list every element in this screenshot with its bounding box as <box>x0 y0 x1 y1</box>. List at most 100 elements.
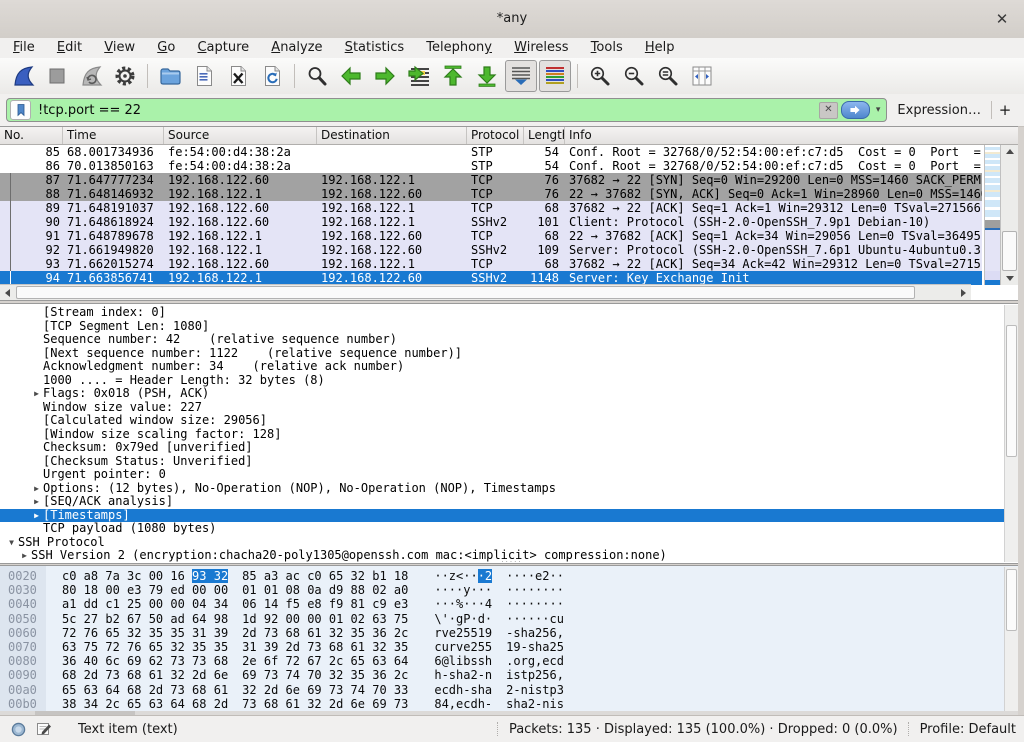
packet-list-horizontal-scrollbar[interactable] <box>0 284 971 300</box>
scrollbar-thumb[interactable] <box>1006 569 1017 631</box>
save-file-icon[interactable] <box>188 60 220 92</box>
packet-list-vertical-scrollbar[interactable] <box>1000 145 1018 285</box>
resize-columns-icon[interactable] <box>686 60 718 92</box>
hex-row[interactable]: 0020c0 a8 7a 3c 00 16 93 3285 a3 ac c0 6… <box>0 569 1018 583</box>
scroll-down-icon[interactable] <box>1001 272 1018 285</box>
find-packet-icon[interactable] <box>301 60 333 92</box>
reload-file-icon[interactable] <box>256 60 288 92</box>
hex-row[interactable]: 003080 18 00 e3 79 ed 00 0001 01 08 0a d… <box>0 583 1018 597</box>
detail-line[interactable]: [Window size scaling factor: 128] <box>0 428 1018 442</box>
hex-row[interactable]: 007063 75 72 76 65 32 35 3531 39 2d 73 6… <box>0 640 1018 654</box>
filter-bookmark-icon[interactable] <box>10 100 31 120</box>
close-window-button[interactable]: ✕ <box>992 9 1012 29</box>
detail-line[interactable]: TCP payload (1080 bytes) <box>0 522 1018 536</box>
detail-line[interactable]: [Stream index: 0] <box>0 306 1018 320</box>
menu-statistics[interactable]: Statistics <box>336 38 413 58</box>
detail-line[interactable]: Urgent pointer: 0 <box>0 468 1018 482</box>
packet-row-86[interactable]: 8670.013850163fe:54:00:d4:38:2aSTP54Conf… <box>0 159 982 173</box>
menu-view[interactable]: View <box>95 38 144 58</box>
menu-telephony[interactable]: Telephony <box>417 38 501 58</box>
scroll-right-icon[interactable] <box>956 285 971 300</box>
add-filter-button[interactable]: + <box>992 101 1018 119</box>
detail-line[interactable]: 1000 .... = Header Length: 32 bytes (8) <box>0 374 1018 388</box>
filter-apply-icon[interactable] <box>841 101 870 119</box>
detail-line[interactable]: [TCP Segment Len: 1080] <box>0 320 1018 334</box>
scrollbar-thumb[interactable] <box>1002 231 1017 271</box>
profile-status[interactable]: Profile: Default <box>920 722 1016 737</box>
display-filter-input[interactable] <box>31 103 819 118</box>
close-file-icon[interactable] <box>222 60 254 92</box>
detail-line[interactable]: Sequence number: 42 (relative sequence n… <box>0 333 1018 347</box>
col-source[interactable]: Source <box>164 127 317 144</box>
menu-help[interactable]: Help <box>636 38 684 58</box>
col-destination[interactable]: Destination <box>317 127 467 144</box>
expert-info-icon[interactable] <box>8 720 28 738</box>
detail-line[interactable]: [Checksum Status: Unverified] <box>0 455 1018 469</box>
stop-capture-icon[interactable] <box>41 60 73 92</box>
col-info[interactable]: Info <box>565 127 1018 144</box>
details-vertical-scrollbar[interactable] <box>1004 305 1018 562</box>
open-file-folder-icon[interactable] <box>154 60 186 92</box>
packet-row-87[interactable]: 8771.647777234192.168.122.60192.168.122.… <box>0 173 982 187</box>
packet-row-85[interactable]: 8568.001734936fe:54:00:d4:38:2aSTP54Conf… <box>0 145 982 159</box>
menu-edit[interactable]: Edit <box>48 38 91 58</box>
menu-capture[interactable]: Capture <box>188 38 258 58</box>
detail-line[interactable]: Checksum: 0x79ed [unverified] <box>0 441 1018 455</box>
zoom-out-icon[interactable] <box>618 60 650 92</box>
col-protocol[interactable]: Protocol <box>467 127 524 144</box>
intelligent-scrollbar-minimap[interactable] <box>984 145 1000 285</box>
go-first-icon[interactable] <box>437 60 469 92</box>
hex-row[interactable]: 00a065 63 64 68 2d 73 68 6132 2d 6e 69 7… <box>0 683 1018 697</box>
detail-line[interactable]: [Calculated window size: 29056] <box>0 414 1018 428</box>
col-time[interactable]: Time <box>63 127 164 144</box>
go-last-icon[interactable] <box>471 60 503 92</box>
packet-row-92[interactable]: 9271.661949820192.168.122.1192.168.122.6… <box>0 243 982 257</box>
menu-wireless[interactable]: Wireless <box>505 38 577 58</box>
detail-line[interactable]: [Next sequence number: 1122 (relative se… <box>0 347 1018 361</box>
menu-tools[interactable]: Tools <box>582 38 632 58</box>
go-previous-icon[interactable] <box>335 60 367 92</box>
hex-row[interactable]: 00b038 34 2c 65 63 64 68 2d73 68 61 32 2… <box>0 697 1018 711</box>
hex-row[interactable]: 006072 76 65 32 35 35 31 392d 73 68 61 3… <box>0 626 1018 640</box>
zoom-reset-icon[interactable] <box>652 60 684 92</box>
restart-capture-icon[interactable] <box>75 60 107 92</box>
bytes-vertical-scrollbar[interactable] <box>1004 567 1018 714</box>
hex-row[interactable]: 009068 2d 73 68 61 32 2d 6e69 73 74 70 3… <box>0 668 1018 682</box>
zoom-in-icon[interactable] <box>584 60 616 92</box>
go-to-packet-icon[interactable] <box>403 60 435 92</box>
scrollbar-thumb[interactable] <box>16 286 915 299</box>
scroll-left-icon[interactable] <box>0 285 15 300</box>
detail-line-seq-ack[interactable]: ▶[SEQ/ACK analysis] <box>0 495 1018 509</box>
scrollbar-thumb[interactable] <box>1006 325 1017 457</box>
menu-analyze[interactable]: Analyze <box>262 38 331 58</box>
detail-line-timestamps-selected[interactable]: ▶[Timestamps] <box>0 509 1018 523</box>
auto-scroll-icon[interactable] <box>505 60 537 92</box>
detail-line[interactable]: Window size value: 227 <box>0 401 1018 415</box>
start-capture-icon[interactable] <box>7 60 39 92</box>
filter-clear-icon[interactable]: ✕ <box>819 102 838 119</box>
packet-row-93[interactable]: 9371.662015274192.168.122.60192.168.122.… <box>0 257 982 271</box>
detail-line[interactable]: Acknowledgment number: 34 (relative ack … <box>0 360 1018 374</box>
colorize-packets-icon[interactable] <box>539 60 571 92</box>
packet-row-89[interactable]: 8971.648191037192.168.122.60192.168.122.… <box>0 201 982 215</box>
scroll-up-icon[interactable] <box>1001 145 1018 158</box>
capture-comment-icon[interactable] <box>34 720 54 738</box>
packet-row-90[interactable]: 9071.648618924192.168.122.60192.168.122.… <box>0 215 982 229</box>
expression-button[interactable]: Expression… <box>887 103 991 118</box>
filter-dropdown-icon[interactable]: ▾ <box>872 105 885 115</box>
packet-row-94-selected[interactable]: 9471.663856741192.168.122.1192.168.122.6… <box>0 271 982 285</box>
detail-line-ssh-protocol[interactable]: ▼SSH Protocol <box>0 536 1018 550</box>
hex-row[interactable]: 0040a1 dd c1 25 00 00 04 3406 14 f5 e8 f… <box>0 597 1018 611</box>
hex-row[interactable]: 00505c 27 b2 67 50 ad 64 981d 92 00 00 0… <box>0 612 1018 626</box>
col-no[interactable]: No. <box>0 127 63 144</box>
capture-options-gear-icon[interactable] <box>109 60 141 92</box>
detail-line-options[interactable]: ▶Options: (12 bytes), No-Operation (NOP)… <box>0 482 1018 496</box>
col-length[interactable]: Length <box>524 127 565 144</box>
menu-file[interactable]: File <box>4 38 44 58</box>
menu-go[interactable]: Go <box>148 38 184 58</box>
packet-row-88[interactable]: 8871.648146932192.168.122.1192.168.122.6… <box>0 187 982 201</box>
hex-row[interactable]: 008036 40 6c 69 62 73 73 682e 6f 72 67 2… <box>0 654 1018 668</box>
packet-row-91[interactable]: 9171.648789678192.168.122.1192.168.122.6… <box>0 229 982 243</box>
go-next-icon[interactable] <box>369 60 401 92</box>
detail-line-flags[interactable]: ▶Flags: 0x018 (PSH, ACK) <box>0 387 1018 401</box>
